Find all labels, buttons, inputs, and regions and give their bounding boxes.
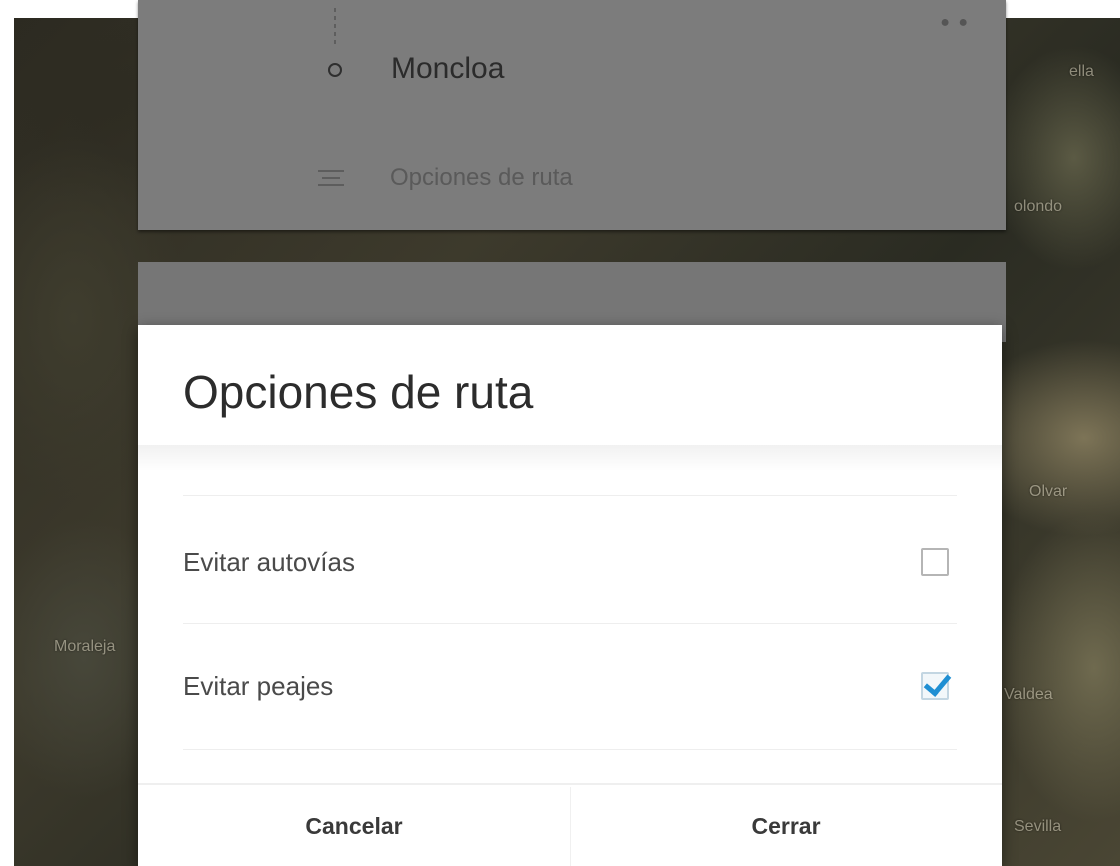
option-avoid-tolls[interactable]: Evitar peajes: [183, 655, 957, 717]
avoid-tolls-checkbox[interactable]: [921, 668, 952, 700]
divider: [183, 495, 957, 496]
map-label: Olvar: [1029, 483, 1068, 500]
checkmark-icon: [923, 668, 952, 697]
route-line: [334, 8, 336, 48]
route-options-dialog: Opciones de ruta Evitar autovías Evitar …: [138, 325, 1002, 866]
close-button[interactable]: Cerrar: [570, 787, 1002, 866]
tune-icon: [318, 167, 348, 189]
directions-card: Moncloa ● ● Opciones de ruta: [138, 0, 1006, 230]
map-label: Moraleja: [54, 638, 116, 655]
divider: [183, 749, 957, 750]
option-label: Evitar peajes: [183, 670, 334, 701]
map-label: olondo: [1014, 198, 1063, 215]
option-avoid-highways[interactable]: Evitar autovías: [183, 531, 957, 593]
option-label: Evitar autovías: [183, 546, 355, 577]
header-divider: [138, 445, 1002, 471]
avoid-highways-checkbox[interactable]: [921, 548, 949, 576]
destination-dot-icon: [328, 63, 342, 77]
more-options-icon[interactable]: ● ●: [940, 14, 970, 32]
destination-field[interactable]: Moncloa: [391, 52, 504, 86]
map-label: ella: [1069, 63, 1094, 80]
divider: [183, 623, 957, 624]
route-options-link[interactable]: Opciones de ruta: [318, 158, 573, 198]
cancel-button[interactable]: Cancelar: [138, 787, 570, 866]
map-label: Sevilla: [1014, 818, 1062, 835]
route-options-label: Opciones de ruta: [390, 164, 573, 191]
map-label: Valdea: [1004, 686, 1053, 703]
footer-divider: [138, 783, 1002, 785]
dialog-title: Opciones de ruta: [183, 366, 534, 418]
